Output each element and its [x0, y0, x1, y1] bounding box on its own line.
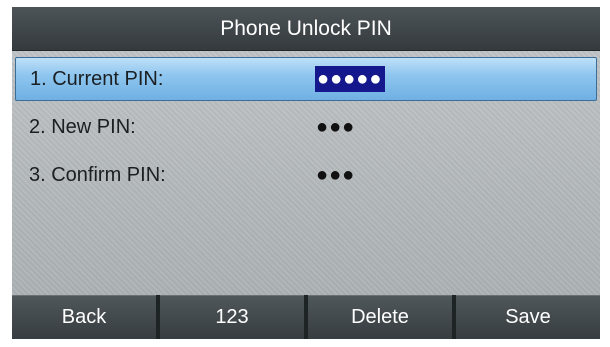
- new-pin-label: 2. New PIN:: [29, 115, 136, 138]
- delete-button[interactable]: Delete: [308, 295, 452, 339]
- input-mode-button[interactable]: 123: [160, 295, 304, 339]
- current-pin-row[interactable]: 1. Current PIN: ●●●●●: [15, 57, 597, 101]
- back-button[interactable]: Back: [12, 295, 156, 339]
- softkey-bar: Back 123 Delete Save: [12, 295, 600, 339]
- confirm-pin-label: 3. Confirm PIN:: [29, 163, 166, 186]
- confirm-pin-input[interactable]: ●●●: [314, 162, 357, 188]
- confirm-pin-row[interactable]: 3. Confirm PIN: ●●●: [15, 153, 597, 197]
- save-button[interactable]: Save: [456, 295, 600, 339]
- current-pin-label: 1. Current PIN:: [30, 67, 164, 90]
- new-pin-row[interactable]: 2. New PIN: ●●●: [15, 105, 597, 149]
- phone-screen: Phone Unlock PIN 1. Current PIN: ●●●●● 2…: [12, 7, 600, 339]
- new-pin-input[interactable]: ●●●: [314, 114, 357, 140]
- current-pin-value: ●●●●●: [317, 68, 383, 90]
- current-pin-input[interactable]: ●●●●●: [315, 66, 386, 92]
- page-title-text: Phone Unlock PIN: [220, 16, 392, 40]
- page-title: Phone Unlock PIN: [12, 7, 600, 51]
